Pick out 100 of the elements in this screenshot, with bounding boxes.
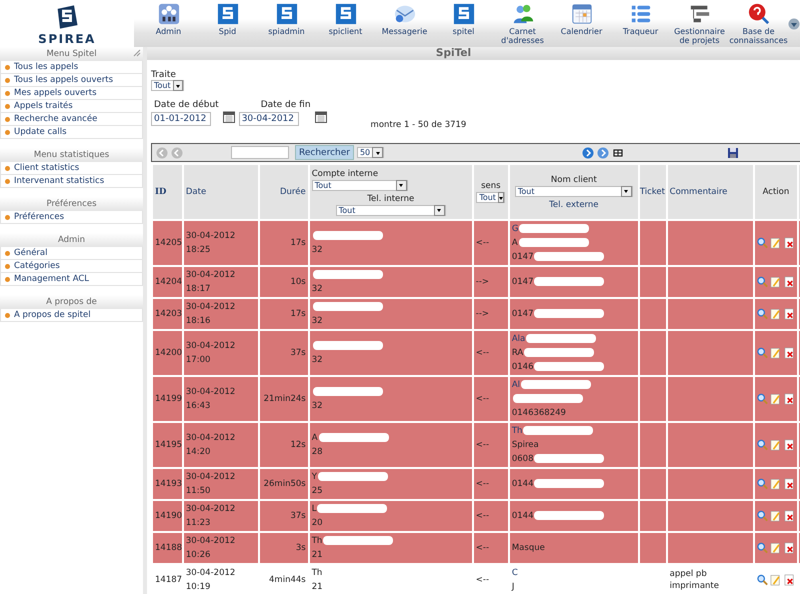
menu-item[interactable]: Recherche avancée [0, 113, 143, 126]
column-header: Nom client [550, 174, 597, 184]
app-icon[interactable] [158, 3, 180, 25]
edit-icon[interactable] [770, 478, 782, 490]
calendar-icon[interactable] [222, 111, 235, 123]
app-label[interactable]: Admin [156, 27, 182, 36]
menu-item[interactable]: Général [0, 247, 143, 260]
redaction-mark [312, 387, 383, 396]
app-label[interactable]: Gestionnaire de projets [670, 27, 729, 45]
column-header[interactable]: Date [186, 187, 206, 197]
app-icon[interactable] [688, 3, 710, 25]
collapse-icon[interactable] [133, 49, 141, 57]
menu-item[interactable]: Intervenant statistics [0, 175, 143, 188]
bullet-icon [5, 276, 10, 282]
column-header[interactable]: Ticket [640, 187, 665, 197]
menu-item[interactable]: Client statistics [0, 162, 143, 175]
column-header[interactable]: Commentaire [670, 187, 728, 197]
menu-item[interactable]: Management ACL [0, 273, 143, 286]
delete-icon[interactable] [784, 574, 795, 586]
edit-icon[interactable] [770, 542, 782, 554]
account-filter-select[interactable]: Tout [312, 180, 408, 190]
search-icon[interactable] [757, 574, 768, 586]
app-icon[interactable] [748, 3, 770, 25]
search-icon[interactable] [757, 542, 768, 554]
app-label[interactable]: spiadmin [268, 27, 305, 36]
end-date-field[interactable]: 30-04-2012 [238, 112, 299, 126]
edit-icon[interactable] [770, 347, 782, 359]
redaction-mark [526, 334, 596, 344]
edit-icon[interactable] [770, 308, 782, 320]
table-cell-text: 21 [312, 582, 323, 592]
delete-icon[interactable] [784, 439, 795, 451]
edit-icon[interactable] [770, 574, 782, 586]
app-label[interactable]: spiclient [328, 27, 362, 36]
search-icon[interactable] [757, 308, 768, 320]
delete-icon[interactable] [784, 308, 795, 320]
table-cell: 12s [290, 440, 306, 450]
delete-icon[interactable] [784, 510, 795, 522]
calendar-icon[interactable] [314, 111, 327, 123]
app-label[interactable]: Base de connaissances [729, 27, 788, 45]
menu-item[interactable]: Appels traités [0, 100, 143, 113]
edit-icon[interactable] [770, 510, 782, 522]
delete-icon[interactable] [784, 393, 795, 405]
table-icon[interactable] [612, 146, 624, 158]
internal-tel-filter-select[interactable]: Tout [336, 204, 446, 216]
search-icon[interactable] [757, 276, 768, 288]
menu-item[interactable]: Tous les appels [0, 61, 143, 74]
table-cell-text: 30-04-2012 [186, 433, 236, 443]
search-icon[interactable] [757, 347, 768, 359]
app-label[interactable]: Traqueur [622, 27, 658, 36]
edit-icon[interactable] [770, 393, 782, 405]
search-icon[interactable] [757, 439, 768, 451]
delete-icon[interactable] [784, 237, 795, 249]
table-cell-text: 18:16 [186, 316, 210, 326]
table-cell: <-- [476, 543, 490, 553]
menu-item[interactable]: Préférences [0, 211, 143, 224]
search-icon[interactable] [757, 393, 768, 405]
column-header[interactable]: ID [155, 187, 166, 197]
delete-icon[interactable] [784, 478, 795, 490]
edit-icon[interactable] [770, 237, 782, 249]
app-label[interactable]: Calendrier [560, 27, 602, 36]
column-header[interactable]: Tel. externe [549, 200, 599, 210]
app-label[interactable]: Carnet d'adresses [493, 27, 552, 45]
column-header[interactable]: Durée [280, 187, 306, 197]
menu-item[interactable]: Mes appels ouverts [0, 87, 143, 100]
delete-icon[interactable] [784, 542, 795, 554]
search-button[interactable]: Rechercher [295, 145, 354, 160]
menu-item[interactable]: A propos de spitel [0, 309, 143, 322]
search-field[interactable] [231, 146, 289, 159]
traite-select[interactable]: Tout [151, 80, 184, 91]
table-cell-text: 0608 [512, 454, 534, 464]
edit-icon[interactable] [770, 439, 782, 451]
result-count: montre 1 - 50 de 3719 [370, 120, 466, 130]
menu-section-title: Préférences [0, 197, 143, 211]
client-filter-select[interactable]: Tout [514, 186, 633, 196]
table-cell-text: 21 [312, 550, 323, 560]
table-cell: <-- [476, 394, 490, 404]
menu-item[interactable]: Catégories [0, 260, 143, 273]
table-cell-text: Th [312, 536, 322, 546]
search-icon[interactable] [757, 237, 768, 249]
direction-filter-select[interactable]: Tout [476, 192, 506, 203]
start-date-field[interactable]: 01-01-2012 [151, 112, 211, 126]
app-label[interactable]: Spid [218, 27, 236, 36]
redaction-mark [534, 454, 604, 464]
search-icon[interactable] [757, 478, 768, 490]
page-size-select[interactable]: 50 [356, 147, 384, 158]
table-cell-text: Th [312, 568, 322, 578]
table-cell-text: 32 [312, 316, 323, 326]
app-label[interactable]: spitel [452, 27, 474, 36]
client-name[interactable]: C [512, 568, 518, 578]
menu-item[interactable]: Update calls [0, 126, 143, 139]
menu-item[interactable]: Tous les appels ouverts [0, 74, 143, 87]
delete-icon[interactable] [784, 347, 795, 359]
delete-icon[interactable] [784, 276, 795, 288]
table-cell-text: L [312, 504, 316, 514]
client-name[interactable]: Ala [512, 334, 526, 344]
table-cell-text: 10:19 [186, 582, 210, 592]
app-label[interactable]: Messagerie [382, 27, 428, 36]
save-icon[interactable] [726, 146, 739, 158]
search-icon[interactable] [757, 510, 768, 522]
edit-icon[interactable] [770, 276, 782, 288]
